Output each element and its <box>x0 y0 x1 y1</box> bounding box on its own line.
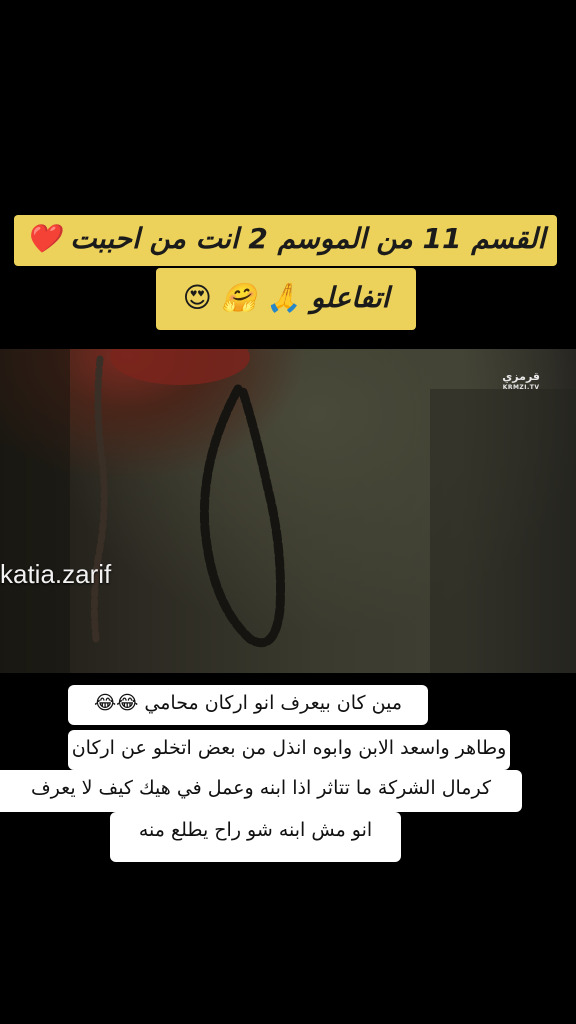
channel-logo: قرمزي KRMZI.TV <box>502 371 540 393</box>
caption-line-2: وطاهر واسعد الابن وابوه انذل من بعض اتخل… <box>68 730 510 770</box>
rosary-beads-image <box>0 349 576 673</box>
channel-logo-subtext: KRMZI.TV <box>502 384 540 391</box>
caption-line-3: كرمال الشركة ما تتاثر اذا ابنه وعمل في ه… <box>0 770 522 812</box>
overlay-title-line-1: القسم 11 من الموسم 2 انت من احببت ❤️ <box>14 215 557 266</box>
overlay-title-line-2: اتفاعلو 🙏 🤗 😍 <box>156 268 416 330</box>
video-frame[interactable]: katia.zarif قرمزي KRMZI.TV <box>0 349 576 673</box>
caption-line-4: انو مش ابنه شو راح يطلع منه <box>110 812 401 862</box>
watermark-text: katia.zarif <box>0 559 112 589</box>
caption-line-1: مين كان بيعرف انو اركان محامي 😂😂 <box>68 685 428 725</box>
